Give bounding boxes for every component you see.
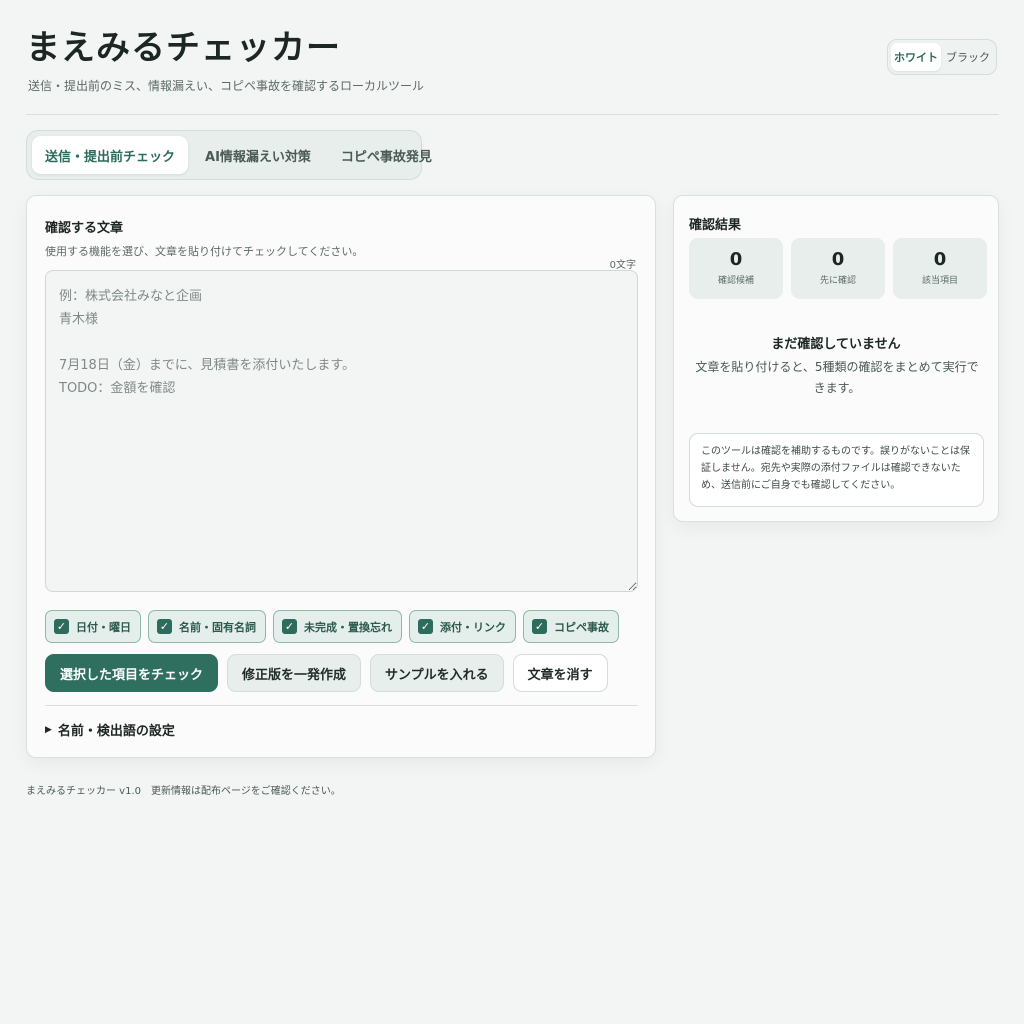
footer-text: まえみるチェッカー v1.0 更新情報は配布ページをご確認ください。	[26, 786, 341, 797]
triangle-right-icon: ▶	[45, 724, 52, 735]
empty-state-title: まだ確認していません	[771, 337, 901, 352]
check-names-proper-nouns[interactable]: ✓ 名前・固有名詞	[148, 610, 266, 643]
theme-toggle: ホワイト ブラック	[887, 39, 997, 75]
tab-pre-send-check[interactable]: 送信・提出前チェック	[32, 136, 189, 174]
check-label: 未完成・置換忘れ	[304, 620, 392, 634]
check-copy-paste-accident[interactable]: ✓ コピペ事故	[523, 610, 619, 643]
stat-candidates: 0 確認候補	[689, 238, 783, 299]
stat-value: 0	[729, 249, 743, 270]
checkbox-icon[interactable]: ✓	[418, 619, 433, 634]
stat-matched: 0 該当項目	[893, 238, 987, 299]
stat-value: 0	[831, 249, 845, 270]
check-date-weekday[interactable]: ✓ 日付・曜日	[45, 610, 141, 643]
theme-black-button[interactable]: ブラック	[943, 43, 993, 71]
check-label: 日付・曜日	[76, 620, 131, 634]
disclaimer-notice: このツールは確認を補助するものです。誤りがないことは保証しません。宛先や実際の添…	[689, 433, 984, 507]
run-check-button[interactable]: 選択した項目をチェック	[45, 654, 219, 692]
char-count: 0文字	[609, 260, 636, 271]
stat-label: 該当項目	[921, 276, 958, 286]
check-label: 添付・リンク	[440, 620, 506, 634]
theme-white-button[interactable]: ホワイト	[891, 43, 941, 71]
header-divider	[26, 114, 999, 115]
checkbox-icon[interactable]: ✓	[532, 619, 547, 634]
card-divider	[45, 705, 638, 706]
stat-value: 0	[933, 249, 947, 270]
settings-label: 名前・検出語の設定	[57, 724, 175, 739]
tab-copy-paste-accident[interactable]: コピペ事故発見	[328, 136, 445, 174]
settings-disclosure[interactable]: ▶ 名前・検出語の設定	[45, 720, 175, 739]
input-description: 使用する機能を選び、文章を貼り付けてチェックしてください。	[45, 245, 364, 258]
insert-sample-button[interactable]: サンプルを入れる	[370, 654, 504, 692]
action-buttons: 選択した項目をチェック 修正版を一発作成 サンプルを入れる 文章を消す	[45, 654, 608, 692]
create-revision-button[interactable]: 修正版を一発作成	[227, 654, 362, 692]
check-unfinished-replace[interactable]: ✓ 未完成・置換忘れ	[273, 610, 402, 643]
input-title: 確認する文章	[45, 221, 124, 236]
result-title: 確認結果	[689, 218, 742, 233]
checkbox-icon[interactable]: ✓	[54, 619, 69, 634]
stat-priority: 0 先に確認	[791, 238, 885, 299]
checkbox-icon[interactable]: ✓	[157, 619, 172, 634]
result-stats: 0 確認候補 0 先に確認 0 該当項目	[689, 238, 987, 299]
mode-tabs: 送信・提出前チェック AI情報漏えい対策 コピペ事故発見	[26, 130, 432, 180]
checkbox-icon[interactable]: ✓	[282, 619, 297, 634]
stat-label: 確認候補	[717, 276, 754, 286]
clear-text-button[interactable]: 文章を消す	[512, 654, 608, 692]
input-card: 確認する文章 使用する機能を選び、文章を貼り付けてチェックしてください。 0文字…	[26, 195, 656, 758]
check-attachment-link[interactable]: ✓ 添付・リンク	[409, 610, 516, 643]
tab-ai-leak-prevention[interactable]: AI情報漏えい対策	[192, 136, 324, 174]
check-options: ✓ 日付・曜日 ✓ 名前・固有名詞 ✓ 未完成・置換忘れ ✓ 添付・リンク ✓ …	[45, 610, 619, 643]
stat-label: 先に確認	[819, 276, 856, 286]
check-label: コピペ事故	[554, 620, 609, 634]
empty-state-description: 文章を貼り付けると、5種類の確認をまとめて実行できます。	[695, 360, 979, 395]
text-input[interactable]	[45, 270, 638, 592]
app-subtitle: 送信・提出前のミス、情報漏えい、コピペ事故を確認するローカルツール	[28, 79, 425, 93]
check-label: 名前・固有名詞	[179, 620, 256, 634]
app-title: まえみるチェッカー	[26, 28, 341, 68]
result-card: 確認結果 0 確認候補 0 先に確認 0 該当項目 まだ確認していません 文章を…	[673, 195, 999, 522]
